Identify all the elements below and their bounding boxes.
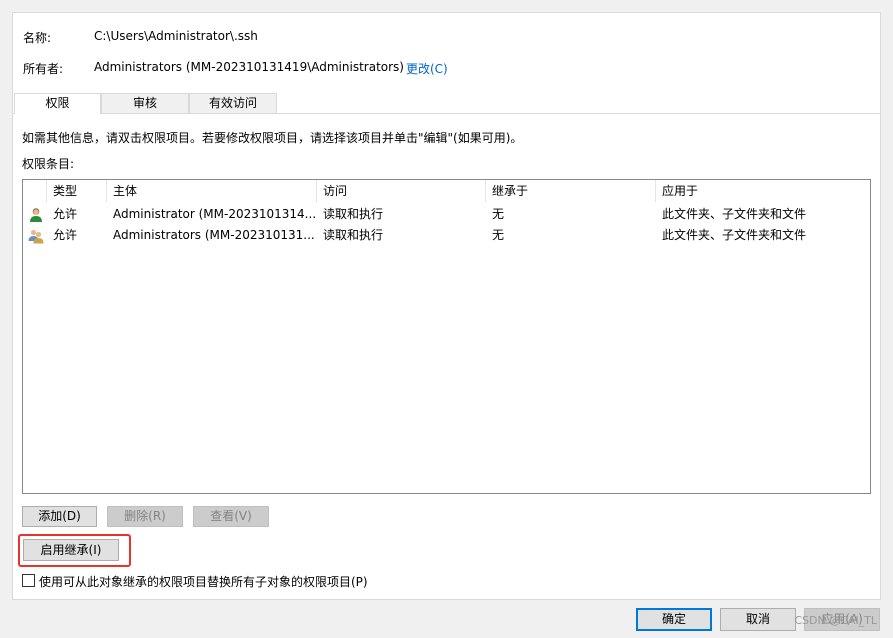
- add-button[interactable]: 添加(D): [22, 506, 97, 527]
- table-row[interactable]: 允许 Administrator (MM-2023101314... 读取和执行…: [23, 204, 870, 225]
- user-icon: [30, 208, 42, 222]
- cell-type: 允许: [53, 207, 78, 221]
- replace-child-permissions-checkbox[interactable]: [22, 574, 35, 587]
- list-header: 类型 主体 访问 继承于 应用于: [23, 180, 870, 202]
- cancel-button[interactable]: 取消: [720, 608, 796, 631]
- change-owner-link[interactable]: 更改(C): [406, 60, 448, 77]
- header-inherited-from[interactable]: 继承于: [486, 180, 656, 202]
- cell-access: 读取和执行: [323, 207, 384, 221]
- table-row[interactable]: 允许 Administrators (MM-202310131... 读取和执行…: [23, 225, 870, 246]
- tab-divider: [13, 113, 880, 114]
- owner-label: 所有者:: [23, 62, 64, 76]
- advanced-security-panel: 名称: C:\Users\Administrator\.ssh 所有者: Adm…: [12, 12, 881, 600]
- cell-principal: Administrators (MM-202310131...: [113, 228, 315, 242]
- cell-access: 读取和执行: [323, 228, 384, 242]
- name-value: C:\Users\Administrator\.ssh: [94, 29, 258, 43]
- tab-auditing[interactable]: 审核: [101, 93, 189, 113]
- cell-inherited-from: 无: [492, 228, 505, 242]
- owner-value: Administrators (MM-202310131419\Administ…: [94, 60, 404, 74]
- enable-inheritance-button[interactable]: 启用继承(I): [23, 539, 119, 561]
- tab-effective-access[interactable]: 有效访问: [189, 93, 277, 113]
- tab-permissions[interactable]: 权限: [14, 93, 101, 114]
- header-icon-column: [23, 180, 47, 202]
- name-label: 名称:: [23, 31, 52, 45]
- ok-button[interactable]: 确定: [636, 608, 712, 631]
- header-applies-to[interactable]: 应用于: [656, 180, 870, 202]
- watermark: CSDN @CAI_TL: [794, 614, 877, 627]
- cell-principal: Administrator (MM-2023101314...: [113, 207, 317, 221]
- cell-applies-to: 此文件夹、子文件夹和文件: [662, 228, 807, 242]
- replace-child-permissions-label: 使用可从此对象继承的权限项目替换所有子对象的权限项目(P): [39, 575, 368, 589]
- info-text: 如需其他信息，请双击权限项目。若要修改权限项目，请选择该项目并单击"编辑"(如果…: [22, 131, 523, 145]
- header-principal[interactable]: 主体: [107, 180, 317, 202]
- group-icon: [28, 229, 44, 244]
- entries-label: 权限条目:: [22, 157, 75, 171]
- remove-button[interactable]: 删除(R): [107, 506, 183, 527]
- permission-entries-list[interactable]: 类型 主体 访问 继承于 应用于 允许 Administrator (MM-20…: [22, 179, 871, 494]
- view-button[interactable]: 查看(V): [193, 506, 269, 527]
- cell-applies-to: 此文件夹、子文件夹和文件: [662, 207, 807, 221]
- cell-type: 允许: [53, 228, 78, 242]
- header-access[interactable]: 访问: [317, 180, 486, 202]
- header-type[interactable]: 类型: [47, 180, 107, 202]
- cell-inherited-from: 无: [492, 207, 505, 221]
